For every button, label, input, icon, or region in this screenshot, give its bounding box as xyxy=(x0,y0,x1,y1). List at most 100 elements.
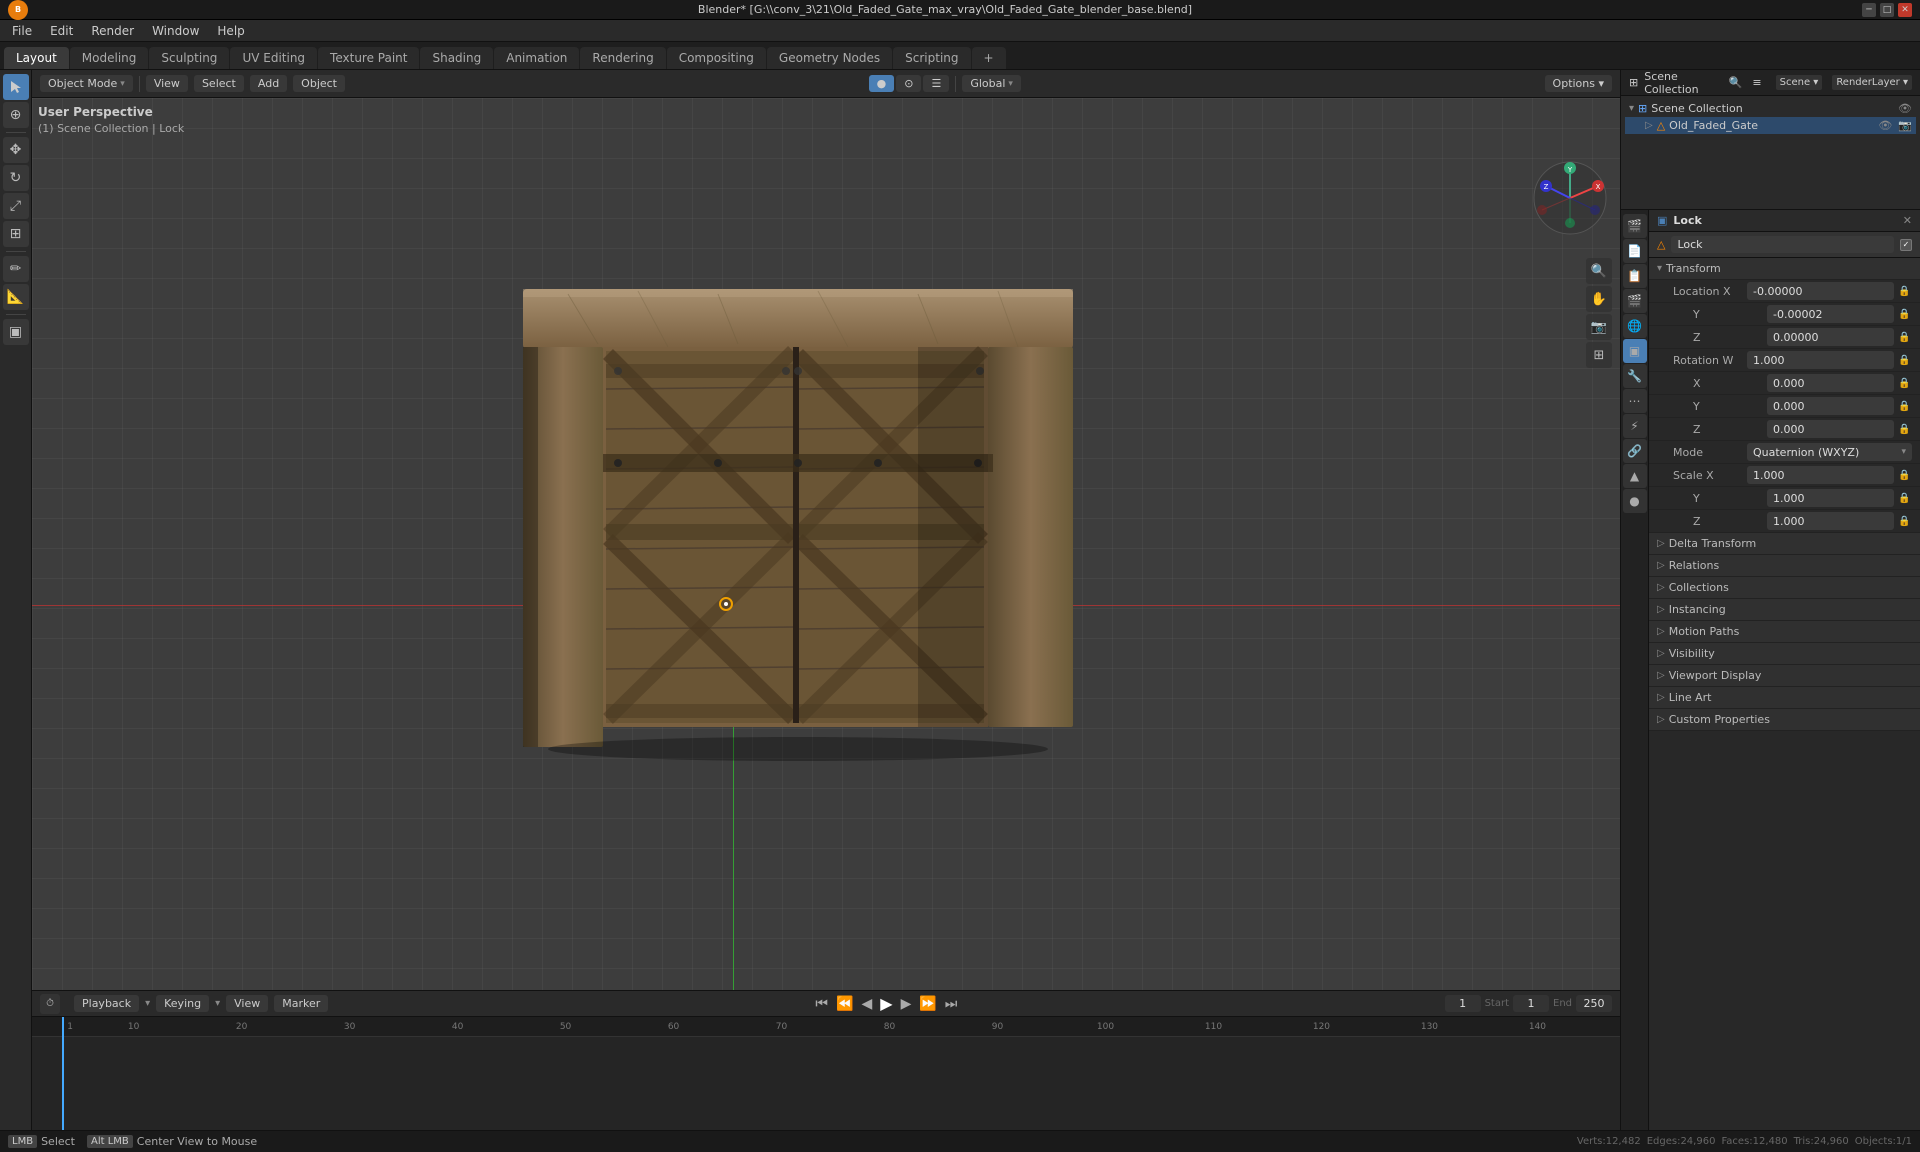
prop-tab-modifiers[interactable]: 🔧 xyxy=(1623,364,1647,388)
render-layer-selector[interactable]: RenderLayer ▾ xyxy=(1832,75,1912,90)
rotation-y-value[interactable]: 0.000 xyxy=(1767,397,1894,415)
collections-header[interactable]: ▷ Collections xyxy=(1649,577,1920,599)
pan-button[interactable]: ✋ xyxy=(1586,286,1612,312)
maximize-button[interactable]: □ xyxy=(1880,3,1894,17)
scale-x-value[interactable]: 1.000 xyxy=(1747,466,1894,484)
tool-transform[interactable]: ⊞ xyxy=(3,221,29,247)
relations-header[interactable]: ▷ Relations xyxy=(1649,555,1920,577)
viewport-mode-solid[interactable]: ● xyxy=(869,75,895,92)
motion-paths-header[interactable]: ▷ Motion Paths xyxy=(1649,621,1920,643)
tab-shading[interactable]: Shading xyxy=(420,47,493,69)
view-menu[interactable]: View xyxy=(146,75,188,92)
scale-z-lock[interactable]: 🔒 xyxy=(1898,516,1912,527)
jump-end-button[interactable]: ⏭ xyxy=(943,994,960,1014)
global-selector[interactable]: Global ▾ xyxy=(962,75,1021,92)
outliner-item-gate[interactable]: ▷ △ Old_Faded_Gate 👁 📷 xyxy=(1625,117,1916,134)
current-frame-input[interactable]: 1 xyxy=(1445,995,1481,1012)
location-z-value[interactable]: 0.00000 xyxy=(1767,328,1894,346)
visibility-icon[interactable]: 👁 xyxy=(1898,102,1912,115)
prop-tab-view-layer[interactable]: 📋 xyxy=(1623,264,1647,288)
location-x-value[interactable]: -0.00000 xyxy=(1747,282,1894,300)
instancing-header[interactable]: ▷ Instancing xyxy=(1649,599,1920,621)
minimize-button[interactable]: ─ xyxy=(1862,3,1876,17)
tool-scale[interactable]: ⤢ xyxy=(3,193,29,219)
prop-tab-physics[interactable]: ⚡ xyxy=(1623,414,1647,438)
outliner-filter-icon[interactable]: ≡ xyxy=(1752,76,1761,89)
custom-properties-header[interactable]: ▷ Custom Properties xyxy=(1649,709,1920,731)
tab-add[interactable]: + xyxy=(972,47,1006,69)
menu-file[interactable]: File xyxy=(4,22,40,40)
start-frame-input[interactable]: 1 xyxy=(1513,995,1549,1012)
add-menu[interactable]: Add xyxy=(250,75,287,92)
tool-select[interactable] xyxy=(3,74,29,100)
tool-move[interactable]: ✥ xyxy=(3,137,29,163)
object-menu[interactable]: Object xyxy=(293,75,345,92)
tab-scripting[interactable]: Scripting xyxy=(893,47,970,69)
play-button[interactable]: ▶ xyxy=(878,992,894,1015)
prop-tab-scene[interactable]: 🎬 xyxy=(1623,289,1647,313)
visibility-checkbox[interactable] xyxy=(1900,239,1912,251)
prev-keyframe-button[interactable]: ⏪ xyxy=(834,994,855,1014)
tab-layout[interactable]: Layout xyxy=(4,47,69,69)
item-render-icon[interactable]: 📷 xyxy=(1898,119,1912,132)
next-keyframe-button[interactable]: ⏩ xyxy=(917,994,938,1014)
camera-view-button[interactable]: 📷 xyxy=(1586,314,1612,340)
delta-transform-header[interactable]: ▷ Delta Transform xyxy=(1649,533,1920,555)
scale-y-value[interactable]: 1.000 xyxy=(1767,489,1894,507)
outliner-search-icon[interactable]: 🔍 xyxy=(1729,76,1743,89)
jump-start-button[interactable]: ⏮ xyxy=(813,994,830,1014)
end-frame-input[interactable]: 250 xyxy=(1576,995,1612,1012)
rotation-w-value[interactable]: 1.000 xyxy=(1747,351,1894,369)
prop-tab-object[interactable]: ▣ xyxy=(1623,339,1647,363)
location-x-lock[interactable]: 🔒 xyxy=(1898,286,1912,297)
keying-menu[interactable]: Keying xyxy=(156,995,209,1012)
mode-selector[interactable]: Object Mode ▾ xyxy=(40,75,133,92)
tab-modeling[interactable]: Modeling xyxy=(70,47,149,69)
tool-cursor[interactable]: ⊕ xyxy=(3,102,29,128)
playback-menu[interactable]: Playback xyxy=(74,995,139,1012)
location-z-lock[interactable]: 🔒 xyxy=(1898,332,1912,343)
tab-animation[interactable]: Animation xyxy=(494,47,579,69)
scale-x-lock[interactable]: 🔒 xyxy=(1898,470,1912,481)
menu-render[interactable]: Render xyxy=(83,22,142,40)
prop-tab-material[interactable]: ● xyxy=(1623,489,1647,513)
menu-edit[interactable]: Edit xyxy=(42,22,81,40)
tab-geometry-nodes[interactable]: Geometry Nodes xyxy=(767,47,892,69)
select-menu[interactable]: Select xyxy=(194,75,244,92)
timeline-view-menu[interactable]: View xyxy=(226,995,268,1012)
rotation-z-value[interactable]: 0.000 xyxy=(1767,420,1894,438)
item-visibility-icon[interactable]: 👁 xyxy=(1878,119,1892,132)
prop-header-close[interactable]: ✕ xyxy=(1903,214,1912,227)
viewport-canvas[interactable]: User Perspective (1) Scene Collection | … xyxy=(32,98,1620,990)
marker-menu[interactable]: Marker xyxy=(274,995,328,1012)
tab-rendering[interactable]: Rendering xyxy=(580,47,665,69)
step-back-button[interactable]: ◀ xyxy=(859,994,874,1014)
rotation-w-lock[interactable]: 🔒 xyxy=(1898,355,1912,366)
transform-header[interactable]: ▾ Transform xyxy=(1649,258,1920,280)
prop-tab-data[interactable]: ▲ xyxy=(1623,464,1647,488)
prop-tab-render[interactable]: 🎬 xyxy=(1623,214,1647,238)
options-button[interactable]: Options ▾ xyxy=(1545,75,1612,92)
menu-help[interactable]: Help xyxy=(209,22,252,40)
tab-compositing[interactable]: Compositing xyxy=(667,47,766,69)
location-y-lock[interactable]: 🔒 xyxy=(1898,309,1912,320)
rotation-x-value[interactable]: 0.000 xyxy=(1767,374,1894,392)
rotation-mode-select[interactable]: Quaternion (WXYZ) ▾ xyxy=(1747,443,1912,461)
prop-tab-output[interactable]: 📄 xyxy=(1623,239,1647,263)
tool-measure[interactable]: 📐 xyxy=(3,284,29,310)
prop-tab-particles[interactable]: ⋯ xyxy=(1623,389,1647,413)
rotation-y-lock[interactable]: 🔒 xyxy=(1898,401,1912,412)
location-y-value[interactable]: -0.00002 xyxy=(1767,305,1894,323)
prop-tab-world[interactable]: 🌐 xyxy=(1623,314,1647,338)
tab-uv-editing[interactable]: UV Editing xyxy=(230,47,317,69)
grid-toggle[interactable]: ⊞ xyxy=(1586,342,1612,368)
tool-add-cube[interactable]: ▣ xyxy=(3,319,29,345)
tab-texture-paint[interactable]: Texture Paint xyxy=(318,47,419,69)
line-art-header[interactable]: ▷ Line Art xyxy=(1649,687,1920,709)
prop-tab-constraints[interactable]: 🔗 xyxy=(1623,439,1647,463)
viewport-xray[interactable]: ☰ xyxy=(923,75,949,92)
navigation-gizmo[interactable]: Y X Z xyxy=(1530,158,1610,238)
rotation-x-lock[interactable]: 🔒 xyxy=(1898,378,1912,389)
timeline-track[interactable]: 1 10 20 30 40 50 60 70 80 90 100 110 120… xyxy=(32,1017,1620,1130)
viewport-overlay[interactable]: ⊙ xyxy=(896,75,921,92)
